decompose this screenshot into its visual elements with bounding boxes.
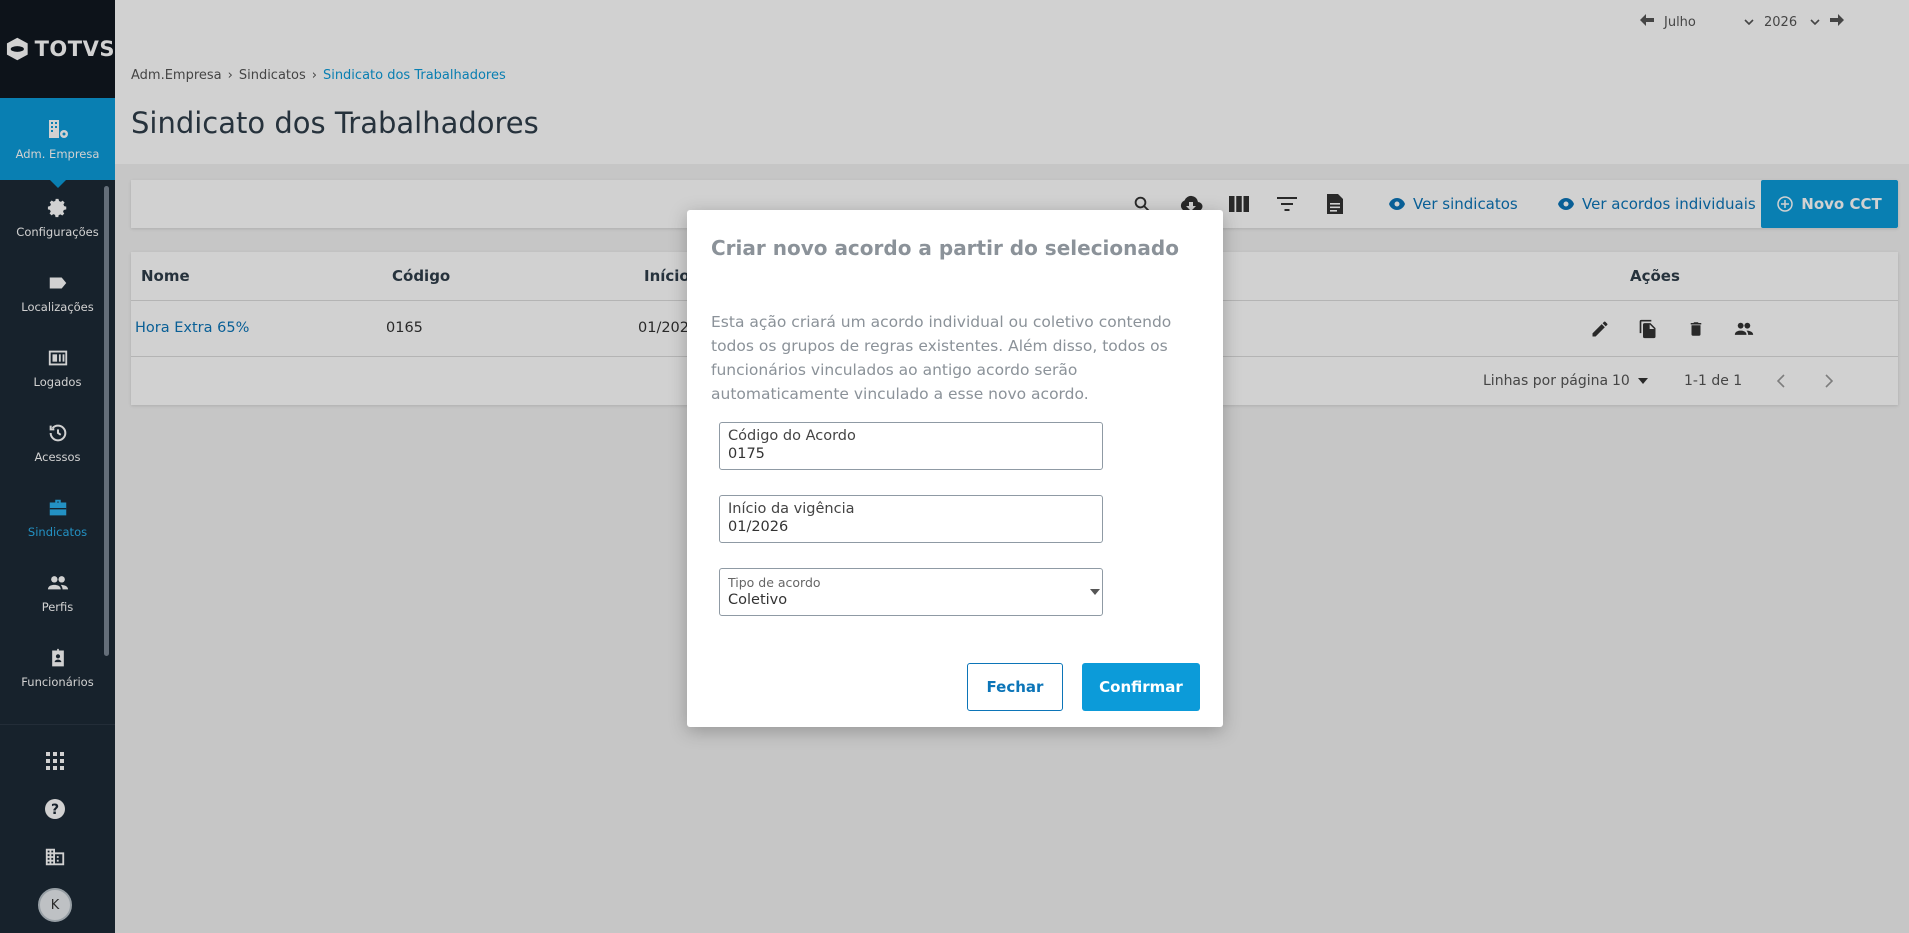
- codigo-acordo-value: 0175: [728, 446, 765, 462]
- codigo-acordo-label: Código do Acordo: [728, 428, 856, 444]
- inicio-vigencia-value: 01/2026: [728, 519, 789, 535]
- inicio-vigencia-field[interactable]: Início da vigência 01/2026: [719, 495, 1103, 543]
- modal-description: Esta ação criará um acordo individual ou…: [711, 313, 1172, 403]
- confirmar-button[interactable]: Confirmar: [1082, 663, 1200, 711]
- tipo-acordo-select[interactable]: Tipo de acordo Coletivo: [719, 568, 1103, 616]
- modal-title: Criar novo acordo a partir do selecionad…: [711, 236, 1179, 260]
- tipo-acordo-value: Coletivo: [728, 592, 788, 608]
- tipo-acordo-label: Tipo de acordo: [728, 575, 821, 590]
- fechar-button[interactable]: Fechar: [967, 663, 1063, 711]
- inicio-vigencia-label: Início da vigência: [728, 501, 855, 517]
- caret-down-icon: [1090, 589, 1100, 595]
- codigo-acordo-field[interactable]: Código do Acordo 0175: [719, 422, 1103, 470]
- create-agreement-modal: Criar novo acordo a partir do selecionad…: [687, 210, 1223, 727]
